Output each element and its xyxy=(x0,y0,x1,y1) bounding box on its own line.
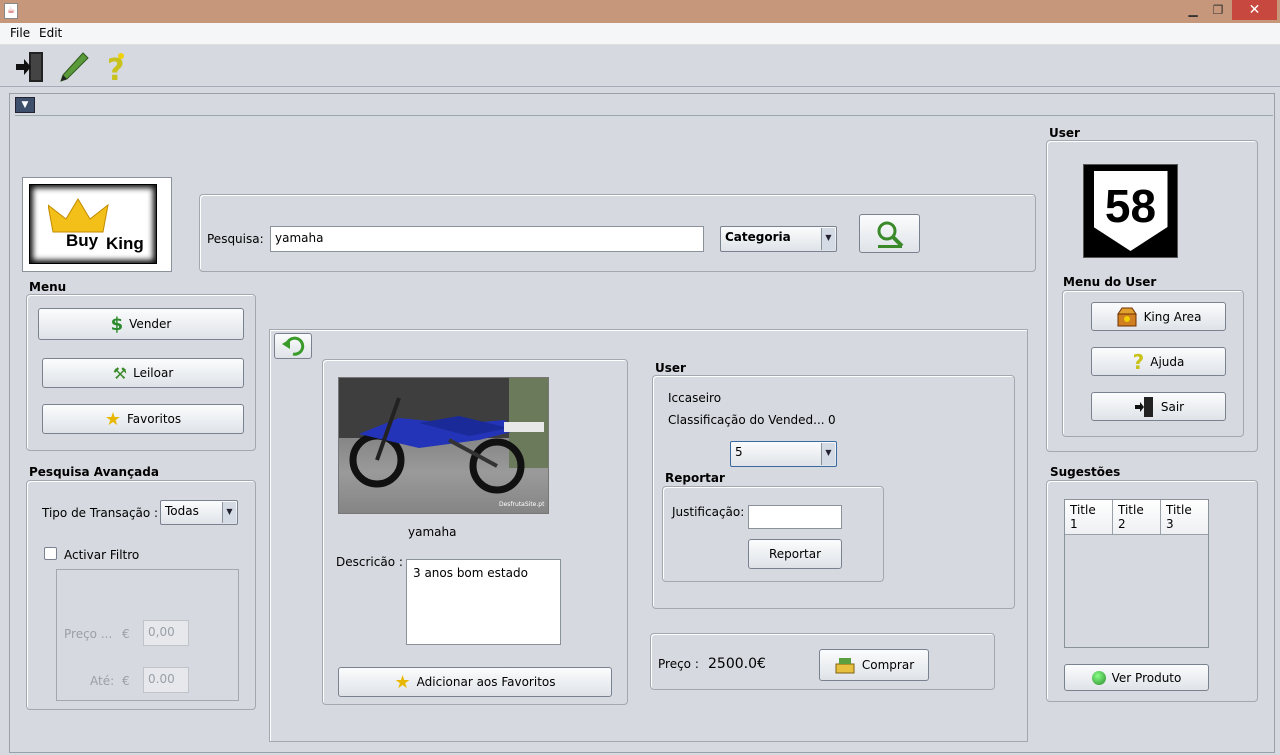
close-icon[interactable]: ✕ xyxy=(1232,0,1277,20)
sair-label: Sair xyxy=(1160,399,1185,414)
seller-rating-label: Classificação do Vended... xyxy=(668,413,825,427)
logo-text-king: King xyxy=(106,234,144,253)
exit-door-icon xyxy=(1134,396,1153,417)
menu-title: Menu xyxy=(29,280,67,294)
toolbar: ? xyxy=(0,45,1280,87)
exit-door-icon[interactable] xyxy=(12,49,48,85)
chevron-down-icon[interactable]: ▼ xyxy=(15,97,35,113)
menu-bar: File Edit xyxy=(0,23,1280,45)
preco-label: Preço ... xyxy=(64,627,113,641)
restore-icon[interactable]: ❐ xyxy=(1210,0,1226,20)
justificacao-label: Justificação: xyxy=(672,505,745,519)
tipo-transacao-label: Tipo de Transação : xyxy=(42,506,159,520)
avatar-number: 58 xyxy=(1104,180,1157,232)
ajuda-label: Ajuda xyxy=(1150,354,1185,369)
back-button[interactable] xyxy=(274,333,312,359)
category-select-value: Categoria xyxy=(725,230,791,244)
ate-currency: € xyxy=(122,674,130,688)
king-area-label: King Area xyxy=(1143,309,1202,324)
add-favoritos-button[interactable]: ★ Adicionar aos Favoritos xyxy=(338,667,612,697)
gavel-icon: ⚒ xyxy=(112,363,128,383)
search-input[interactable]: yamaha xyxy=(270,226,704,252)
column-header-3[interactable]: Title 3 xyxy=(1161,500,1208,535)
logo-frame: Buy King xyxy=(22,177,172,272)
activar-filtro-label: Activar Filtro xyxy=(64,548,140,562)
question-icon[interactable]: ? xyxy=(98,49,134,85)
vender-label: Vender xyxy=(129,317,172,331)
java-app-icon: ☕ xyxy=(4,3,18,19)
comprar-label: Comprar xyxy=(861,658,915,672)
search-label: Pesquisa: xyxy=(207,232,264,246)
question-icon: ? xyxy=(1132,349,1145,374)
vender-button[interactable]: $ Vender xyxy=(38,308,244,340)
column-header-1[interactable]: Title 1 xyxy=(1065,500,1113,535)
tipo-transacao-value: Todas xyxy=(165,504,199,518)
activar-filtro-checkbox[interactable] xyxy=(44,547,57,560)
menu-edit[interactable]: Edit xyxy=(39,26,62,40)
descricao-text: 3 anos bom estado xyxy=(406,559,561,645)
ate-label: Até: xyxy=(90,674,115,688)
rating-select[interactable]: 5 ▼ xyxy=(730,441,837,467)
menu-file[interactable]: File xyxy=(10,26,30,40)
user-avatar: 58 xyxy=(1083,164,1178,258)
buyking-logo: Buy King xyxy=(29,184,157,264)
magnifier-icon xyxy=(877,221,903,248)
minimize-icon[interactable]: ▁ xyxy=(1185,0,1201,20)
reportar-label: Reportar xyxy=(768,547,822,561)
leiloar-label: Leiloar xyxy=(133,366,174,380)
photo-caption: DesfrutaSite.pt xyxy=(499,501,545,508)
reportar-button[interactable]: Reportar xyxy=(748,539,842,569)
user-title: User xyxy=(1049,126,1080,140)
leiloar-button[interactable]: ⚒ Leiloar xyxy=(42,358,244,388)
green-dot-icon xyxy=(1091,670,1106,685)
sair-button[interactable]: Sair xyxy=(1091,392,1226,421)
preco-label-main: Preço : xyxy=(658,657,699,671)
product-name: yamaha xyxy=(408,525,457,539)
favoritos-button[interactable]: ★ Favoritos xyxy=(42,404,244,434)
add-favoritos-label: Adicionar aos Favoritos xyxy=(416,675,556,689)
preco-min-input[interactable]: 0,00 xyxy=(143,620,189,646)
search-button[interactable] xyxy=(859,214,920,253)
category-select[interactable]: Categoria ▼ xyxy=(720,226,837,252)
table-header: Title 1 Title 2 Title 3 xyxy=(1065,500,1208,535)
seller-username: Iccaseiro xyxy=(668,391,722,405)
back-arrow-icon xyxy=(282,336,305,356)
suggestions-table[interactable]: Title 1 Title 2 Title 3 xyxy=(1064,499,1209,648)
ver-produto-label: Ver Produto xyxy=(1111,670,1182,685)
ver-produto-button[interactable]: Ver Produto xyxy=(1064,664,1209,691)
descricao-label: Descricão : xyxy=(336,555,403,569)
chevron-down-icon: ▼ xyxy=(222,502,236,523)
treasure-box-icon xyxy=(1116,307,1137,326)
seller-rating-value: 0 xyxy=(828,413,836,427)
preco-value: 2500.0€ xyxy=(708,656,766,672)
ajuda-button[interactable]: ? Ajuda xyxy=(1091,347,1226,376)
favoritos-label: Favoritos xyxy=(126,412,182,426)
preco-currency: € xyxy=(122,627,130,641)
window-titlebar: ☕ ▁ ❐ ✕ xyxy=(0,0,1280,23)
column-header-2[interactable]: Title 2 xyxy=(1113,500,1161,535)
chevron-down-icon: ▼ xyxy=(821,228,835,250)
seller-title: User xyxy=(655,361,686,375)
advanced-search-title: Pesquisa Avançada xyxy=(29,465,159,479)
user-menu-title: Menu do User xyxy=(1063,275,1157,289)
star-icon: ★ xyxy=(394,671,411,693)
route-shield-icon: 58 xyxy=(1093,171,1168,251)
pen-icon[interactable] xyxy=(56,49,92,85)
product-image: DesfrutaSite.pt xyxy=(338,377,549,514)
rating-select-value: 5 xyxy=(735,445,743,459)
dollar-icon: $ xyxy=(110,313,124,335)
report-title: Reportar xyxy=(665,471,725,485)
suggestions-title: Sugestões xyxy=(1050,465,1121,479)
comprar-button[interactable]: Comprar xyxy=(819,649,929,681)
star-icon: ★ xyxy=(104,408,121,430)
preco-max-input[interactable]: 0.00 xyxy=(143,667,189,693)
justificacao-input[interactable] xyxy=(748,505,842,529)
king-area-button[interactable]: King Area xyxy=(1091,302,1226,331)
shopping-basket-icon xyxy=(835,658,855,674)
logo-text-buy: Buy xyxy=(66,231,99,250)
chevron-down-icon: ▼ xyxy=(821,443,835,465)
tipo-transacao-select[interactable]: Todas ▼ xyxy=(160,500,238,525)
